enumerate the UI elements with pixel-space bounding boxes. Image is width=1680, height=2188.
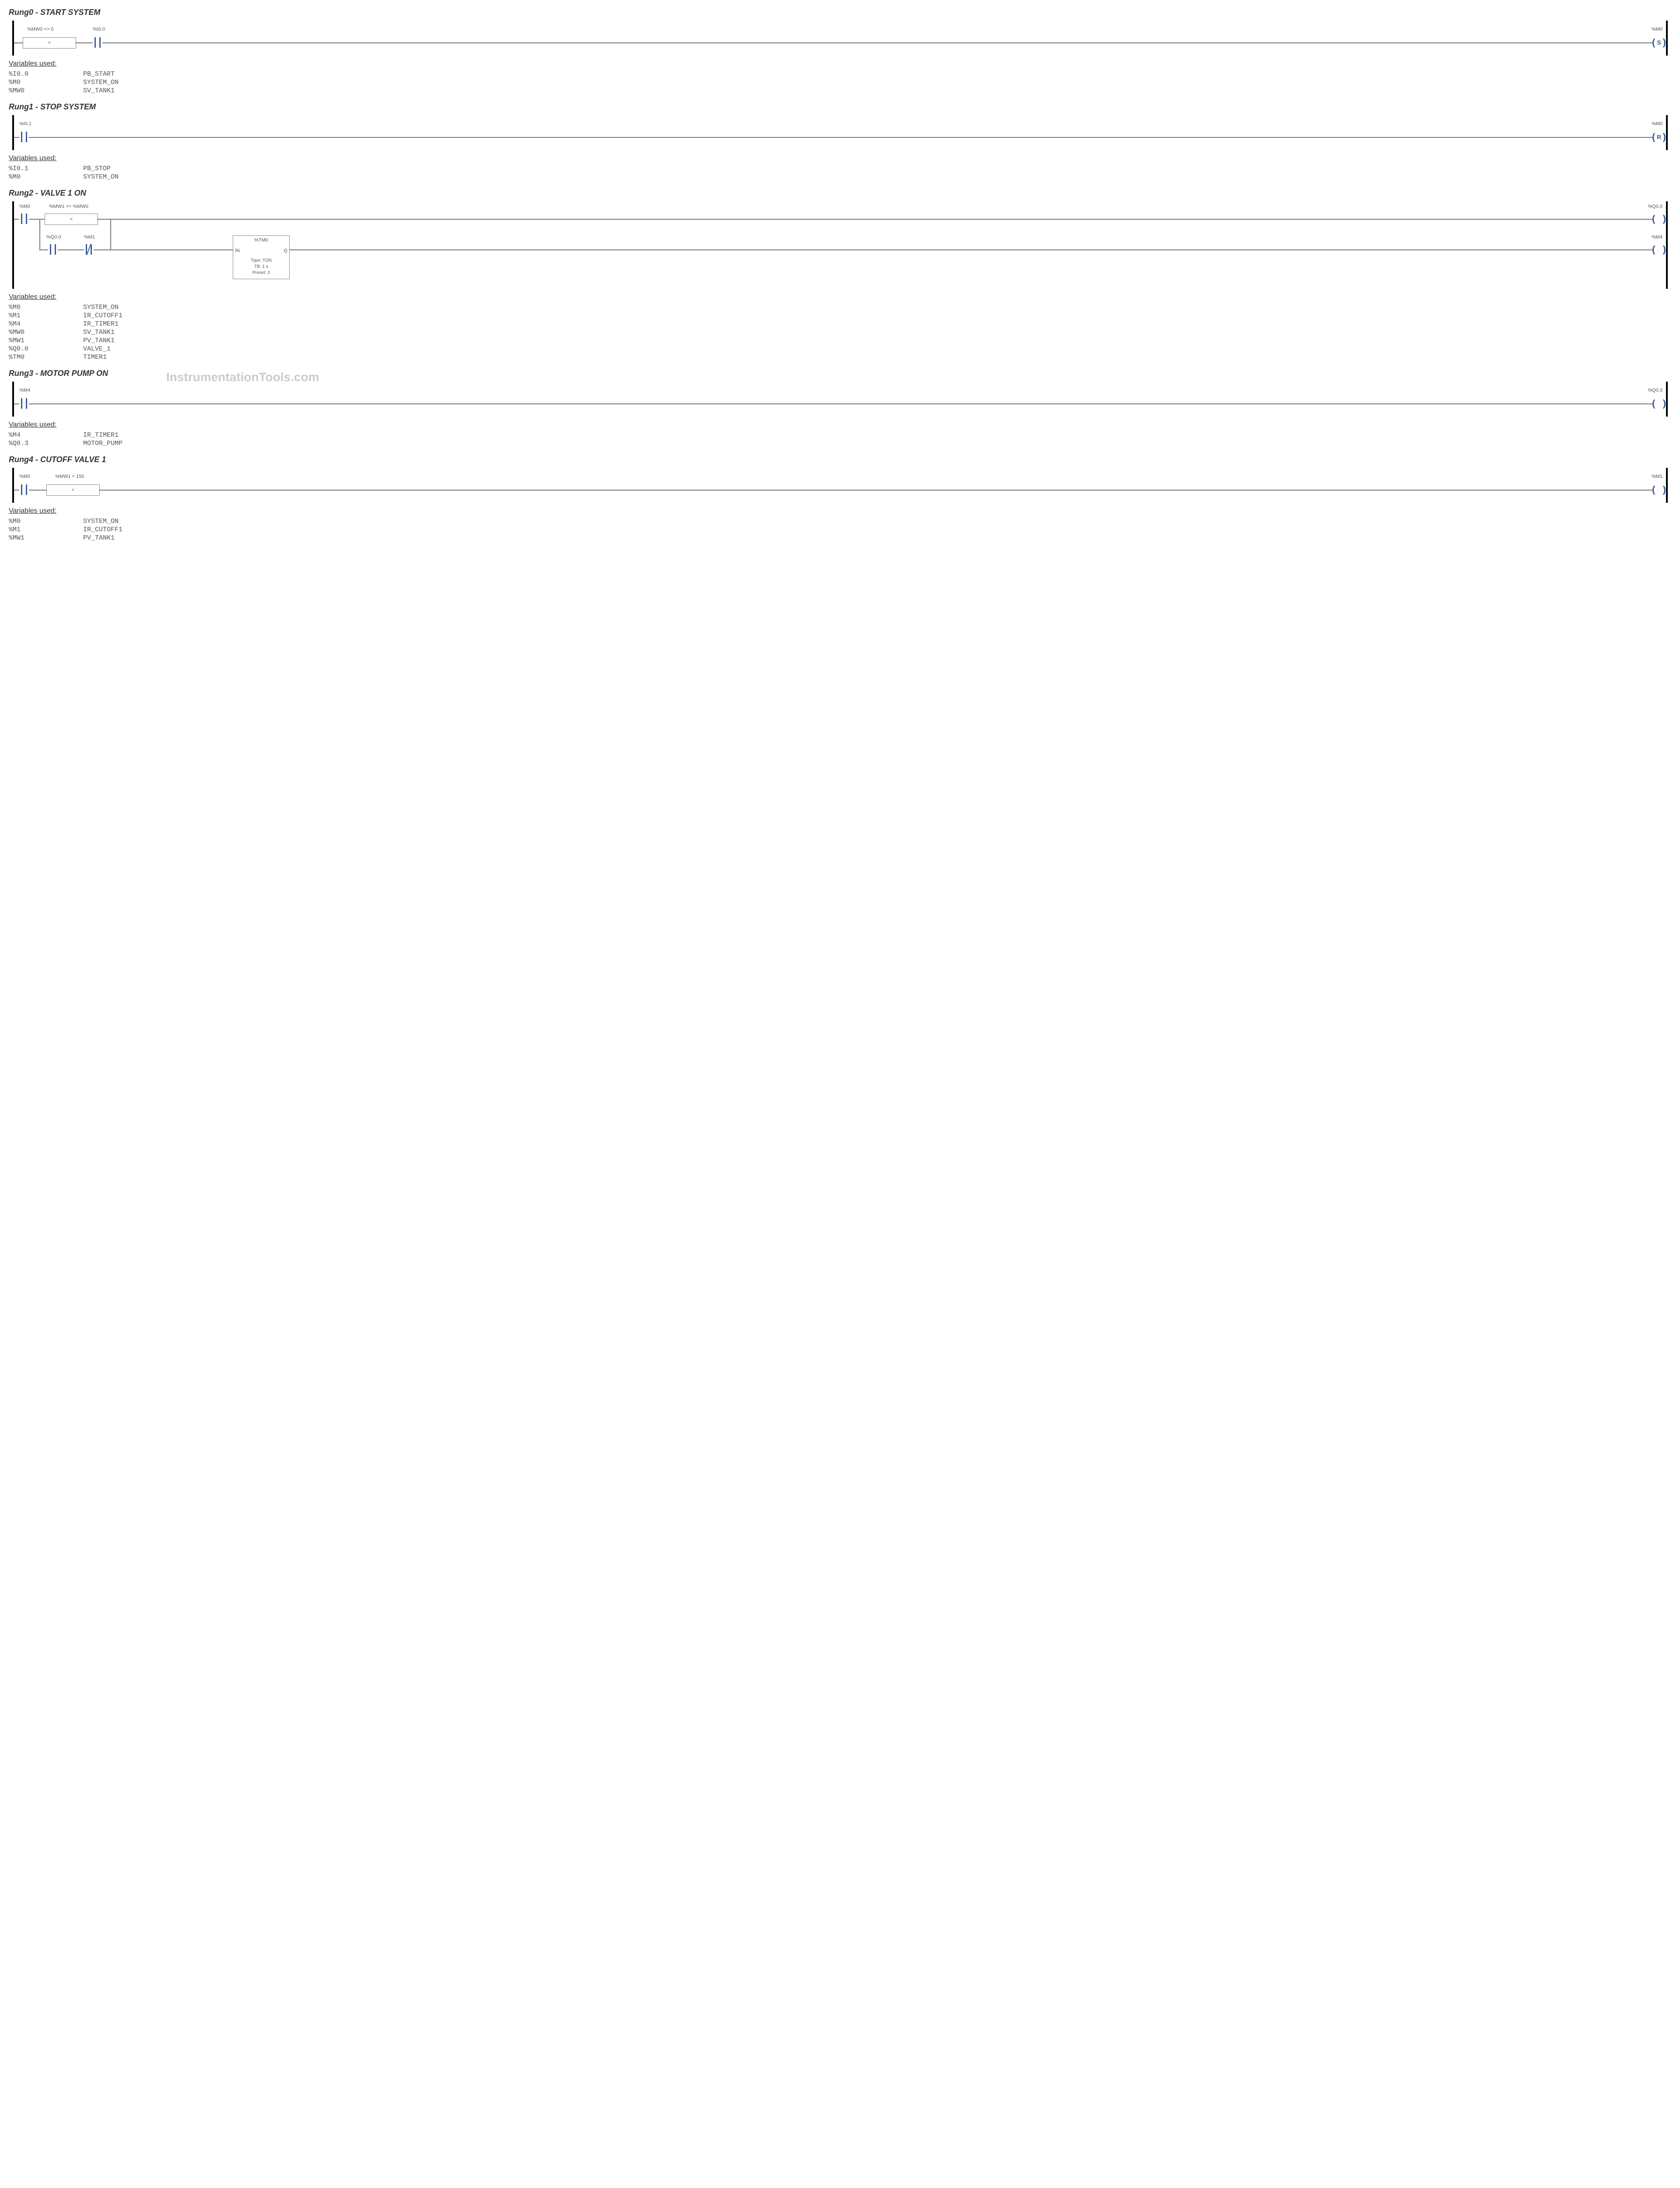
no-contact (19, 214, 29, 224)
compare-label: %MW1 = 150 (55, 474, 84, 479)
vars-table: %I0.1PB_STOP %M0SYSTEM_ON (9, 165, 1671, 181)
contact-label: %Q0.0 (46, 235, 61, 240)
timer-q-label: Q (284, 248, 287, 253)
contact-label: %M0 (19, 474, 30, 479)
no-contact (19, 484, 29, 495)
rung0-title: Rung0 - START SYSTEM (9, 8, 1671, 17)
nc-contact (84, 244, 94, 255)
timer-in-label: IN (235, 248, 240, 253)
vars-heading: Variables used: (9, 154, 1671, 162)
set-coil: S (1653, 37, 1665, 48)
vars-heading: Variables used: (9, 507, 1671, 515)
no-contact (93, 37, 102, 48)
contact-label: %M1 (84, 235, 95, 240)
vars-table: %M0SYSTEM_ON %M1IR_CUTOFF1 %MW1PV_TANK1 (9, 518, 1671, 542)
reset-coil: R (1653, 132, 1665, 142)
coil-label: %Q0.0 (1648, 204, 1662, 209)
coil-label: %Q0.3 (1648, 388, 1662, 393)
rung3-diagram: InstrumentationTools.com %M4 %Q0.3 (9, 382, 1671, 417)
rung2-title: Rung2 - VALVE 1 ON (9, 189, 1671, 198)
no-contact (19, 398, 29, 409)
vars-table: %M4IR_TIMER1 %Q0.3MOTOR_PUMP (9, 431, 1671, 447)
vars-heading: Variables used: (9, 293, 1671, 301)
no-contact (48, 244, 58, 255)
vars-heading: Variables used: (9, 60, 1671, 68)
compare-block: < (45, 214, 98, 225)
compare-label: %MW0 <> 0 (27, 27, 54, 32)
coil (1653, 398, 1665, 409)
rung3-title: Rung3 - MOTOR PUMP ON (9, 369, 1671, 378)
contact-label: %I0.1 (19, 121, 32, 126)
contact-label: %M0 (19, 204, 30, 209)
coil-label: %M4 (1652, 235, 1662, 240)
vars-heading: Variables used: (9, 421, 1671, 429)
rung4-title: Rung4 - CUTOFF VALVE 1 (9, 455, 1671, 464)
timer-name: %TM0 (233, 238, 289, 243)
compare-label: %MW1 <= %MW0 (49, 204, 88, 209)
timer-block: %TM0 IN Q Type: TON TB: 1 s Preset: 2 (233, 235, 290, 279)
rung0-diagram: < %MW0 <> 0 %I0.0 S %M0 (9, 21, 1671, 56)
coil (1653, 244, 1665, 255)
timer-preset: Preset: 2 (233, 270, 289, 276)
no-contact (19, 132, 29, 142)
rung4-diagram: %M0 < %MW1 = 150 %M1 (9, 468, 1671, 503)
rung1-diagram: %I0.1 R %M0 (9, 115, 1671, 150)
vars-table: %I0.0PB_START %M0SYSTEM_ON %MW0SV_TANK1 (9, 70, 1671, 95)
timer-tb: TB: 1 s (233, 264, 289, 270)
contact-label: %I0.0 (93, 27, 105, 32)
rung2-diagram: %M0 < %MW1 <= %MW0 %Q0.0 %Q0.0 %M1 %TM0 … (9, 201, 1671, 289)
timer-type: Type: TON (233, 258, 289, 264)
coil (1653, 214, 1665, 224)
coil-label: %M0 (1652, 121, 1662, 126)
coil-label: %M1 (1652, 474, 1662, 479)
coil-label: %M0 (1652, 27, 1662, 32)
coil (1653, 484, 1665, 495)
vars-table: %M0SYSTEM_ON %M1IR_CUTOFF1 %M4IR_TIMER1 … (9, 304, 1671, 361)
contact-label: %M4 (19, 388, 30, 393)
compare-block: < (46, 484, 100, 496)
rung1-title: Rung1 - STOP SYSTEM (9, 102, 1671, 112)
compare-block: < (23, 37, 76, 49)
